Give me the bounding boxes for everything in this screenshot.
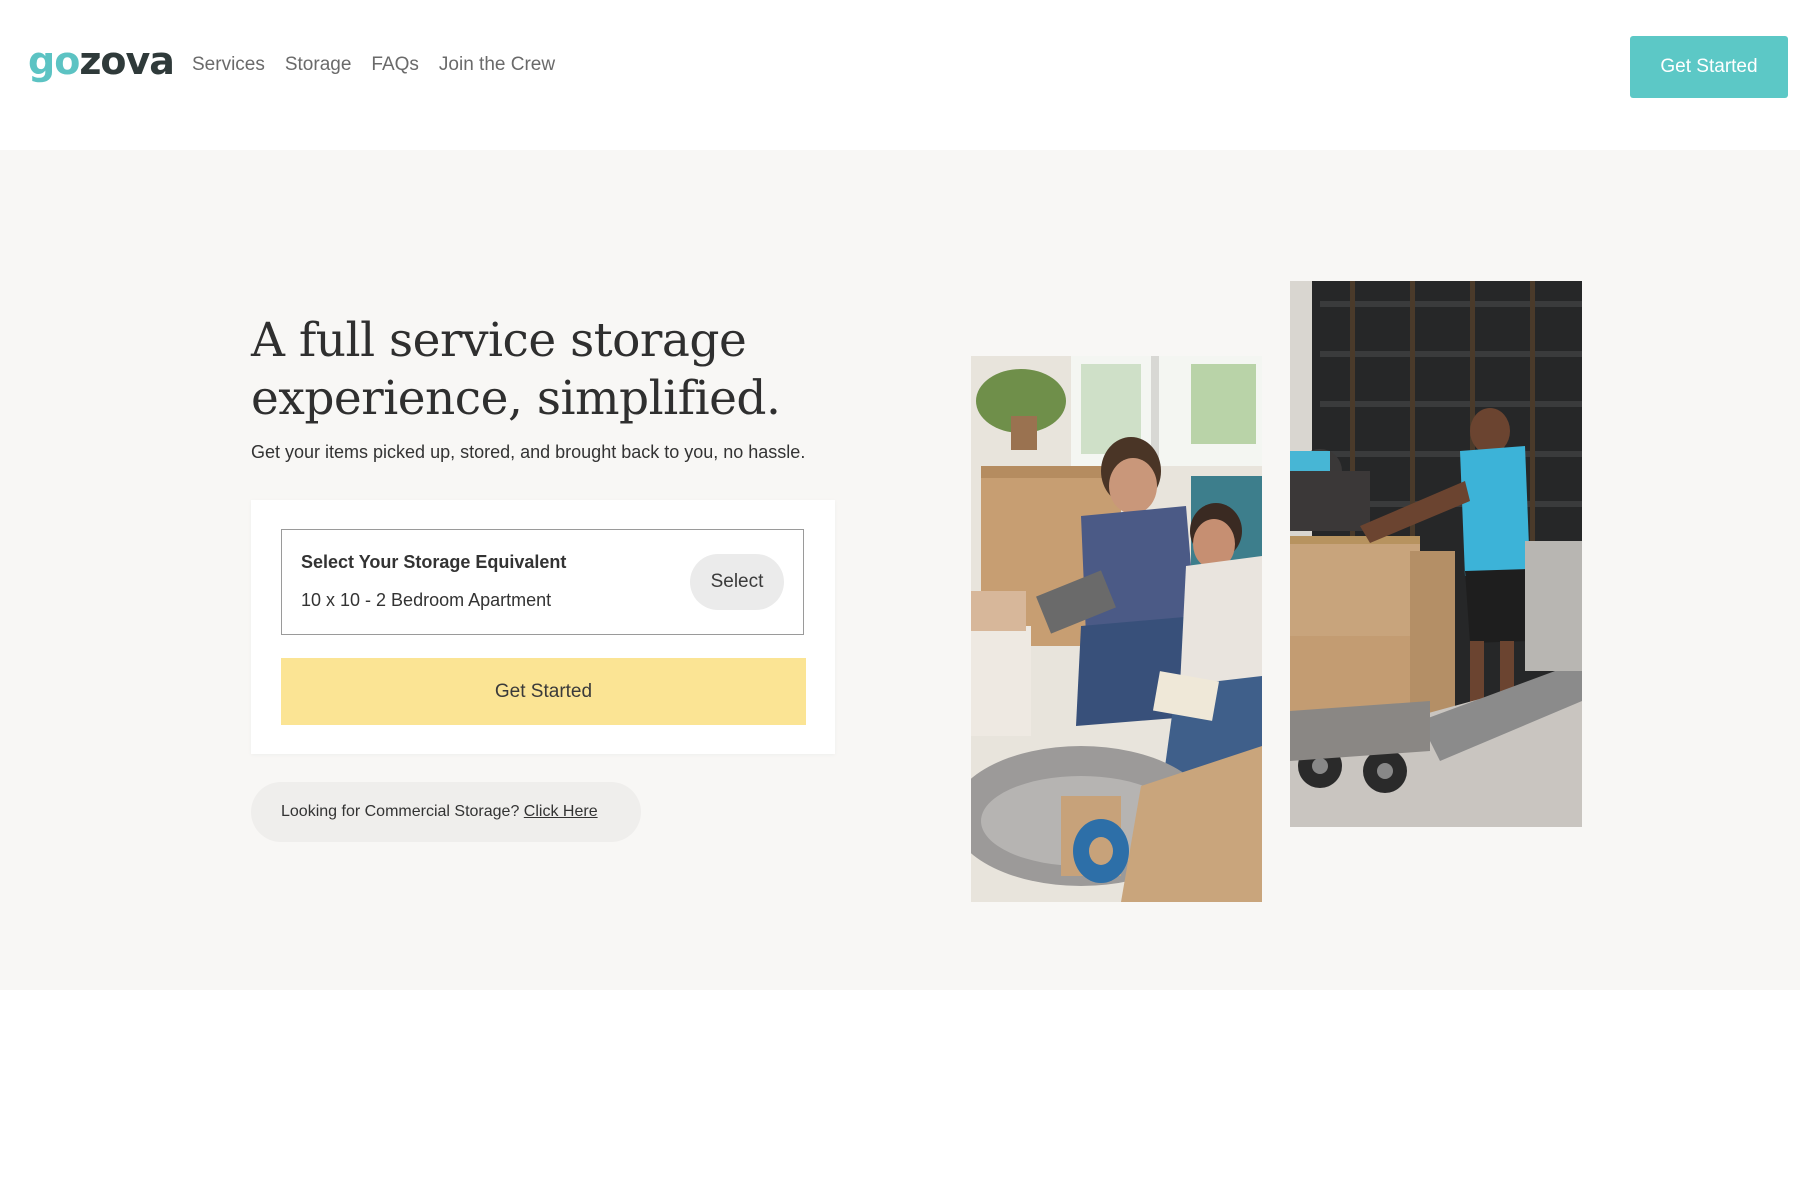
header-get-started-button[interactable]: Get Started xyxy=(1630,36,1788,98)
get-started-button[interactable]: Get Started xyxy=(281,658,806,725)
nav-storage[interactable]: Storage xyxy=(285,54,352,76)
storage-selector[interactable]: Select Your Storage Equivalent 10 x 10 -… xyxy=(281,529,804,635)
commercial-text: Looking for Commercial Storage? xyxy=(281,803,520,820)
select-button[interactable]: Select xyxy=(690,554,784,610)
hero-subhead: Get your items picked up, stored, and br… xyxy=(251,442,806,462)
selector-label: Select Your Storage Equivalent xyxy=(301,552,567,572)
logo-go: go xyxy=(28,39,80,83)
couple-packing-photo xyxy=(971,356,1262,902)
hero-headline: A full service storage experience, simpl… xyxy=(251,313,781,426)
storage-card: Select Your Storage Equivalent 10 x 10 -… xyxy=(251,500,835,754)
nav-join-the-crew[interactable]: Join the Crew xyxy=(439,54,555,76)
main-nav: Services Storage FAQs Join the Crew xyxy=(192,54,555,76)
gozova-logo[interactable]: gozova xyxy=(28,39,175,83)
selector-value: 10 x 10 - 2 Bedroom Apartment xyxy=(301,590,552,610)
site-header: gozova Services Storage FAQs Join the Cr… xyxy=(0,0,1800,150)
logo-zova: zova xyxy=(79,39,175,83)
hero-section: A full service storage experience, simpl… xyxy=(0,150,1800,990)
mover-dolly-photo xyxy=(1290,281,1582,827)
commercial-storage-pill: Looking for Commercial Storage? Click He… xyxy=(251,782,641,842)
commercial-click-here-link[interactable]: Click Here xyxy=(524,803,598,820)
nav-faqs[interactable]: FAQs xyxy=(371,54,419,76)
nav-services[interactable]: Services xyxy=(192,54,265,76)
